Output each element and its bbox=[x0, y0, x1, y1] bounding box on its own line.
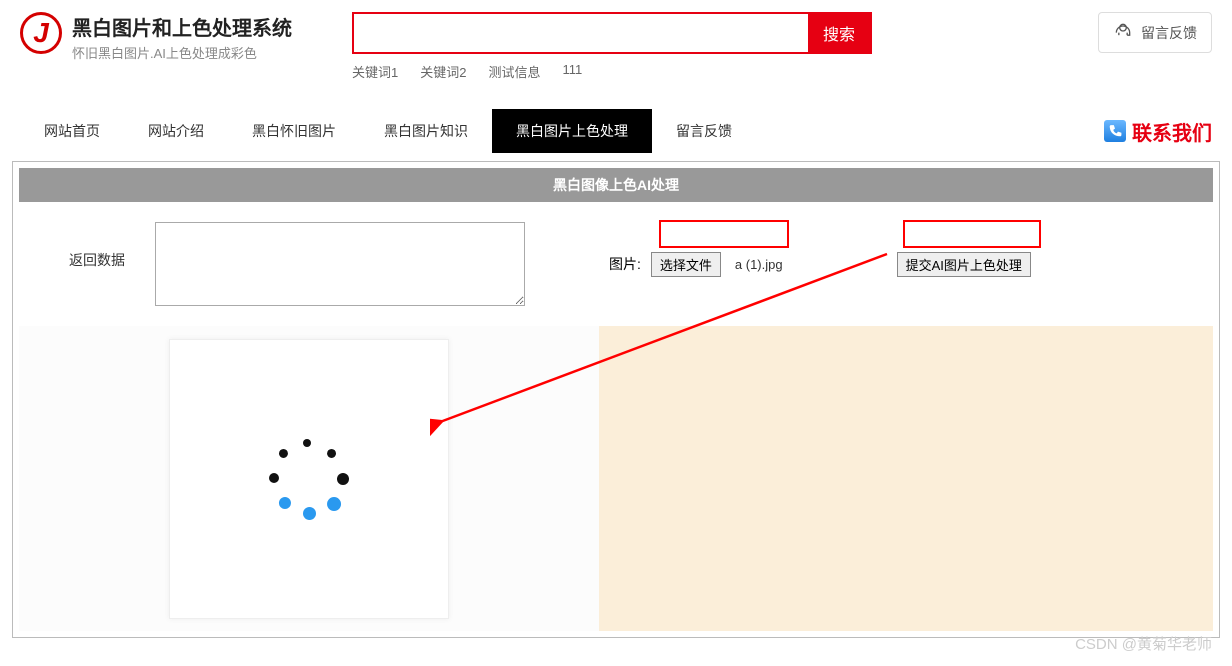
preview-right-cell bbox=[599, 326, 1213, 631]
loading-preview-box bbox=[169, 339, 449, 619]
main-nav: 网站首页 网站介绍 黑白怀旧图片 黑白图片知识 黑白图片上色处理 留言反馈 bbox=[20, 109, 756, 153]
keyword-link[interactable]: 111 bbox=[562, 62, 582, 81]
contact-label: 联系我们 bbox=[1132, 117, 1212, 146]
feedback-button[interactable]: 留言反馈 bbox=[1098, 12, 1212, 53]
loading-spinner-icon bbox=[264, 434, 354, 524]
file-name-text: a (1).jpg bbox=[731, 255, 787, 274]
feedback-label: 留言反馈 bbox=[1141, 23, 1197, 43]
nav-bw-photos[interactable]: 黑白怀旧图片 bbox=[228, 109, 360, 153]
logo-icon: J bbox=[20, 12, 62, 54]
watermark-text: CSDN @黄菊华老师 bbox=[1075, 633, 1212, 654]
phone-icon bbox=[1104, 120, 1126, 142]
main-panel: 黑白图像上色AI处理 返回数据 图片: 选择文件 a (1).jpg 提交AI图… bbox=[12, 161, 1220, 638]
app-title: 黑白图片和上色处理系统 bbox=[72, 12, 292, 41]
keyword-link[interactable]: 关键词1 bbox=[352, 62, 398, 81]
logo-section: J 黑白图片和上色处理系统 怀旧黑白图片.AI上色处理成彩色 bbox=[20, 12, 292, 62]
nav-knowledge[interactable]: 黑白图片知识 bbox=[360, 109, 492, 153]
contact-us-link[interactable]: 联系我们 bbox=[1104, 117, 1212, 146]
nav-home[interactable]: 网站首页 bbox=[20, 109, 124, 153]
preview-left-cell bbox=[19, 326, 599, 631]
keyword-link[interactable]: 关键词2 bbox=[420, 62, 466, 81]
search-input[interactable] bbox=[354, 14, 808, 52]
panel-title: 黑白图像上色AI处理 bbox=[19, 168, 1213, 202]
choose-file-button[interactable]: 选择文件 bbox=[651, 252, 721, 277]
keyword-list: 关键词1 关键词2 测试信息 111 bbox=[352, 62, 872, 81]
nav-colorize[interactable]: 黑白图片上色处理 bbox=[492, 109, 652, 153]
submit-colorize-button[interactable]: 提交AI图片上色处理 bbox=[897, 252, 1031, 277]
app-subtitle: 怀旧黑白图片.AI上色处理成彩色 bbox=[72, 43, 292, 62]
return-data-label: 返回数据 bbox=[69, 222, 125, 270]
image-label: 图片: bbox=[609, 254, 641, 274]
nav-feedback[interactable]: 留言反馈 bbox=[652, 109, 756, 153]
nav-about[interactable]: 网站介绍 bbox=[124, 109, 228, 153]
keyword-link[interactable]: 测试信息 bbox=[488, 62, 540, 81]
headset-icon bbox=[1113, 21, 1133, 44]
return-data-textarea[interactable] bbox=[155, 222, 525, 306]
search-button[interactable]: 搜索 bbox=[808, 14, 870, 52]
search-box: 搜索 bbox=[352, 12, 872, 54]
